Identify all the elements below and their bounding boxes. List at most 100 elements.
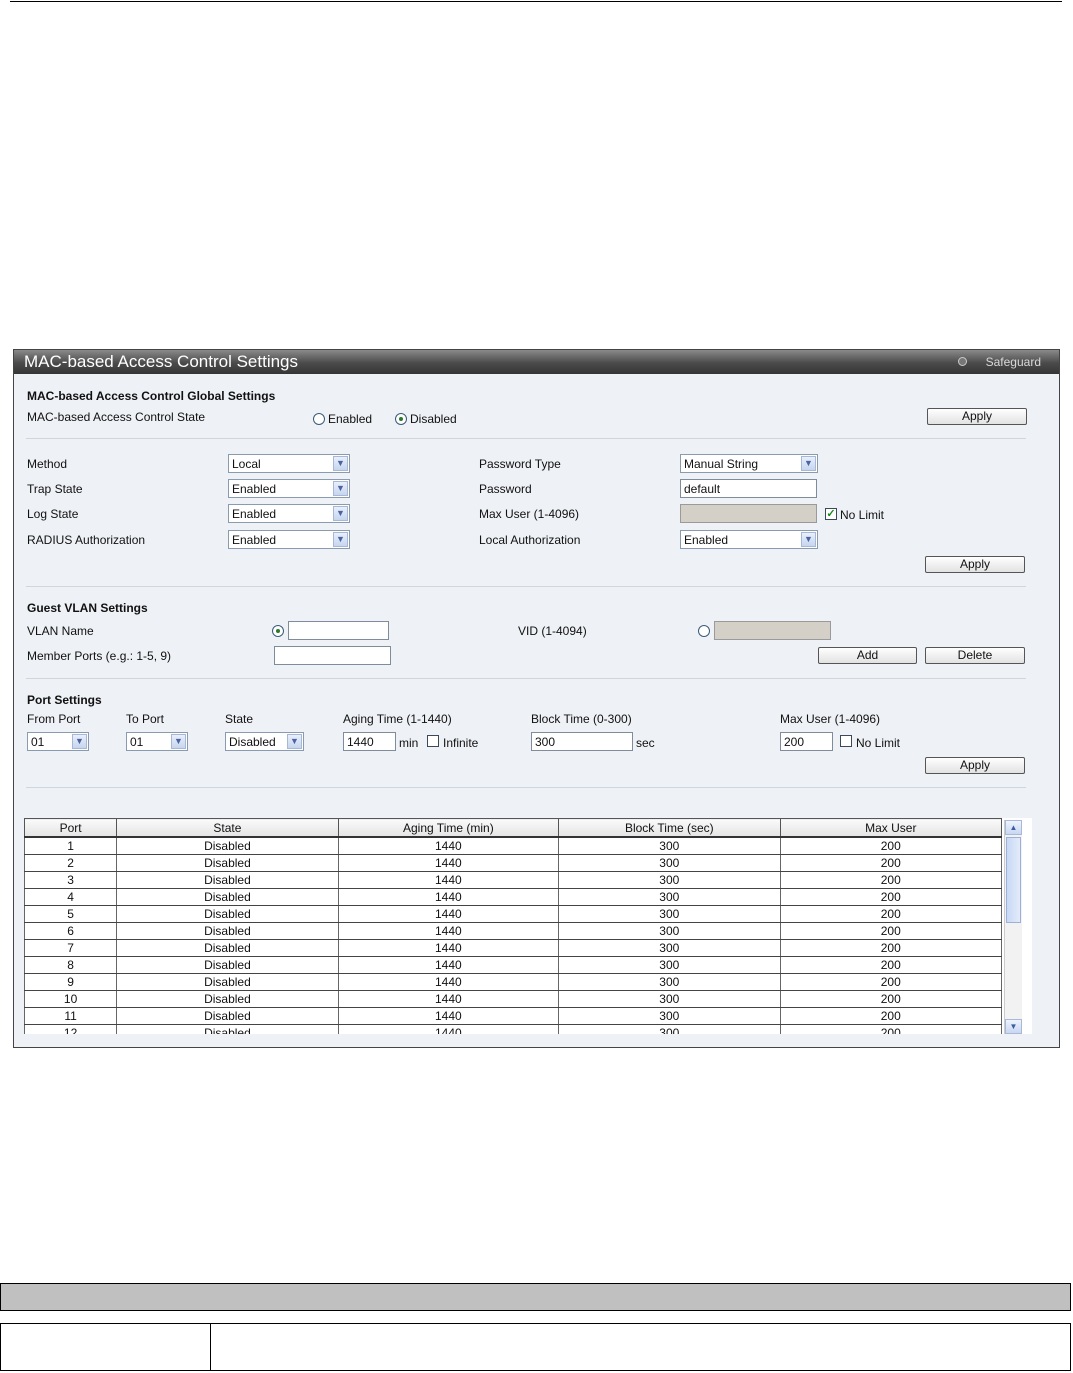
no-limit-checkbox[interactable]: ✓ <box>825 508 837 520</box>
scroll-thumb[interactable] <box>1006 837 1021 923</box>
table-scrollbar[interactable]: ▲ ▼ <box>1004 820 1022 1034</box>
table-cell: 1440 <box>338 939 560 957</box>
table-cell: Disabled <box>116 888 339 906</box>
port-max-user-input[interactable] <box>780 732 833 751</box>
table-cell: Disabled <box>116 973 339 991</box>
table-cell: 300 <box>558 939 781 957</box>
table-cell: 200 <box>780 888 1003 906</box>
table-row: 11 Disabled 1440 300 200 <box>24 1007 1003 1025</box>
table-cell: 200 <box>780 1024 1003 1034</box>
infinite-label: Infinite <box>443 736 479 750</box>
check-icon: ✓ <box>826 508 836 520</box>
port-settings-heading: Port Settings <box>27 693 102 707</box>
add-button[interactable]: Add <box>818 647 917 664</box>
password-input[interactable] <box>680 479 817 498</box>
chevron-down-icon: ▼ <box>801 532 816 547</box>
from-port-value: 01 <box>31 735 45 749</box>
local-auth-label: Local Authorization <box>479 533 581 547</box>
table-cell: 7 <box>24 939 118 957</box>
table-cell: 11 <box>24 1007 118 1025</box>
guest-vlan-heading: Guest VLAN Settings <box>27 601 148 615</box>
chevron-down-icon: ▼ <box>801 456 816 471</box>
state-enabled-radio[interactable] <box>313 413 325 425</box>
table-cell: Disabled <box>116 922 339 940</box>
method-select-value: Local <box>232 457 261 471</box>
table-header-row: Port State Aging Time (min) Block Time (… <box>24 818 1003 838</box>
aging-time-label: Aging Time (1-1440) <box>343 712 452 726</box>
from-port-select[interactable]: 01 ▼ <box>27 732 89 751</box>
port-state-select[interactable]: Disabled ▼ <box>225 732 304 751</box>
table-cell: 1 <box>24 837 118 855</box>
log-state-select[interactable]: Enabled ▼ <box>228 504 350 523</box>
vlan-name-label: VLAN Name <box>27 624 94 638</box>
log-state-label: Log State <box>27 507 79 521</box>
local-auth-select[interactable]: Enabled ▼ <box>680 530 818 549</box>
to-port-value: 01 <box>130 735 144 749</box>
header-aging-time: Aging Time (min) <box>337 818 560 838</box>
window-titlebar: MAC-based Access Control Settings Safegu… <box>14 350 1059 374</box>
state-label: MAC-based Access Control State <box>27 410 206 424</box>
table-cell: 1440 <box>338 990 560 1008</box>
max-user-input[interactable] <box>680 504 817 523</box>
radius-auth-select[interactable]: Enabled ▼ <box>228 530 350 549</box>
trap-state-label: Trap State <box>27 482 83 496</box>
chevron-down-icon: ▼ <box>333 532 348 547</box>
port-no-limit-label: No Limit <box>856 736 901 750</box>
port-apply-button[interactable]: Apply <box>925 757 1025 774</box>
table-row: 10 Disabled 1440 300 200 <box>24 990 1003 1008</box>
table-row: 2 Disabled 1440 300 200 <box>24 854 1003 872</box>
port-table-container: Port State Aging Time (min) Block Time (… <box>24 818 1032 1034</box>
trap-state-value: Enabled <box>232 482 277 496</box>
aging-time-input[interactable] <box>343 732 396 751</box>
state-disabled-radio[interactable] <box>395 413 407 425</box>
table-cell: 9 <box>24 973 118 991</box>
table-cell: 300 <box>558 1007 781 1025</box>
password-type-label: Password Type <box>479 457 561 471</box>
table-row: 12 Disabled 1440 300 200 <box>24 1024 1003 1034</box>
trap-state-select[interactable]: Enabled ▼ <box>228 479 350 498</box>
infinite-checkbox[interactable] <box>427 735 439 747</box>
to-port-select[interactable]: 01 ▼ <box>126 732 188 751</box>
max-user-label: Max User (1-4096) <box>479 507 580 521</box>
vlan-name-radio[interactable] <box>272 625 284 637</box>
state-enabled-label: Enabled <box>328 412 373 426</box>
member-ports-input[interactable] <box>274 646 391 665</box>
port-table: Port State Aging Time (min) Block Time (… <box>24 818 1003 1034</box>
scroll-down-icon[interactable]: ▼ <box>1005 1019 1022 1034</box>
table-cell: 300 <box>558 990 781 1008</box>
table-row: 1 Disabled 1440 300 200 <box>24 837 1003 855</box>
method-select[interactable]: Local ▼ <box>228 454 350 473</box>
chevron-down-icon: ▼ <box>333 456 348 471</box>
table-row: 8 Disabled 1440 300 200 <box>24 956 1003 974</box>
table-cell: 300 <box>558 888 781 906</box>
vid-label: VID (1-4094) <box>518 624 587 638</box>
scroll-up-icon[interactable]: ▲ <box>1005 820 1022 835</box>
port-no-limit-checkbox[interactable] <box>840 735 852 747</box>
table-cell: 200 <box>780 973 1003 991</box>
safeguard-icon <box>958 357 967 366</box>
config-apply-button[interactable]: Apply <box>925 556 1025 573</box>
table-cell: 1440 <box>338 1024 560 1034</box>
block-time-input[interactable] <box>531 732 633 751</box>
table-cell: Disabled <box>116 837 339 855</box>
table-cell: 200 <box>780 990 1003 1008</box>
global-apply-button[interactable]: Apply <box>927 408 1027 425</box>
delete-button[interactable]: Delete <box>925 647 1025 664</box>
table-row: 6 Disabled 1440 300 200 <box>24 922 1003 940</box>
aging-unit: min <box>399 736 419 750</box>
vid-input[interactable] <box>714 621 831 640</box>
table-row: 7 Disabled 1440 300 200 <box>24 939 1003 957</box>
header-max-user: Max User <box>779 818 1003 838</box>
vid-radio[interactable] <box>698 625 710 637</box>
password-label: Password <box>479 482 532 496</box>
divider <box>26 787 1026 788</box>
block-time-label: Block Time (0-300) <box>531 712 632 726</box>
vlan-name-input[interactable] <box>288 621 389 640</box>
from-port-label: From Port <box>27 712 81 726</box>
local-auth-value: Enabled <box>684 533 729 547</box>
password-type-select[interactable]: Manual String ▼ <box>680 454 818 473</box>
table-cell: 6 <box>24 922 118 940</box>
table-cell: 300 <box>558 956 781 974</box>
top-rule <box>10 1 1062 2</box>
table-cell: 1440 <box>338 871 560 889</box>
